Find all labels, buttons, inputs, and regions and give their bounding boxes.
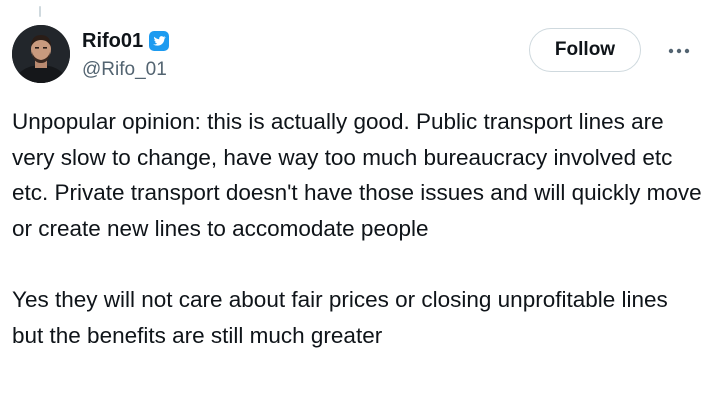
tweet-paragraph-2: Yes they will not care about fair prices… xyxy=(12,286,668,348)
tweet-header: Rifo01 @Rifo_01 Follow xyxy=(12,23,697,85)
avatar[interactable] xyxy=(12,25,70,83)
author-names: Rifo01 @Rifo_01 xyxy=(82,29,170,82)
tweet-paragraph-1: Unpopular opinion: this is actually good… xyxy=(12,109,702,241)
more-options-button[interactable] xyxy=(664,36,694,66)
ellipsis-icon xyxy=(668,48,690,54)
display-name-row: Rifo01 xyxy=(82,29,170,53)
thread-connector-line xyxy=(39,6,41,17)
display-name[interactable]: Rifo01 xyxy=(82,29,143,53)
tweet-text: Unpopular opinion: this is actually good… xyxy=(12,104,702,353)
verified-badge-icon[interactable] xyxy=(148,30,170,52)
user-handle[interactable]: @Rifo_01 xyxy=(82,58,170,82)
follow-button[interactable]: Follow xyxy=(529,28,641,72)
avatar-image xyxy=(12,25,70,83)
